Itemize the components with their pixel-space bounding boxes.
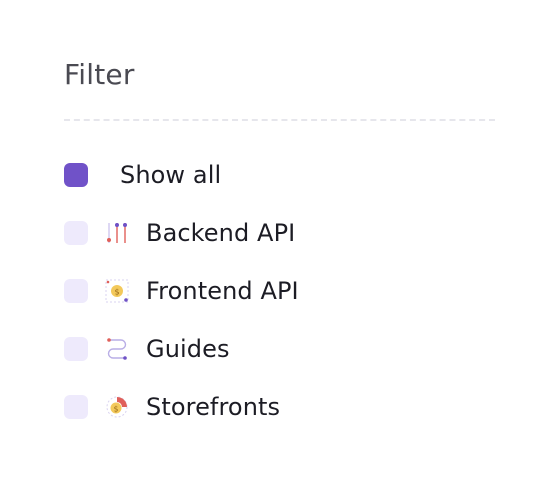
guides-label: Guides [146,335,230,363]
svg-text:$: $ [114,404,119,413]
coin-icon: $ [104,278,130,304]
frontend-api-checkbox[interactable] [64,279,88,303]
show-all-label: Show all [120,161,222,189]
filter-title: Filter [64,58,135,91]
backend-api-checkbox[interactable] [64,221,88,245]
storefronts-label: Storefronts [146,393,281,421]
show-all-checkbox[interactable] [64,163,88,187]
storefronts-checkbox[interactable] [64,395,88,419]
filter-option-backend-api[interactable]: Backend API [64,218,295,248]
path-icon [104,336,130,362]
filter-option-show-all[interactable]: Show all [64,160,221,190]
coin-chart-icon: $ [104,394,130,420]
frontend-api-label: Frontend API [146,277,299,305]
sliders-icon [104,220,130,246]
guides-checkbox[interactable] [64,337,88,361]
backend-api-label: Backend API [146,219,296,247]
svg-text:$: $ [114,288,119,297]
filter-option-storefronts[interactable]: $ Storefronts [64,392,280,422]
filter-option-guides[interactable]: Guides [64,334,230,364]
filter-panel: Filter Show all Backend API $ Frontend A… [0,0,559,482]
divider [64,119,495,121]
filter-option-frontend-api[interactable]: $ Frontend API [64,276,299,306]
